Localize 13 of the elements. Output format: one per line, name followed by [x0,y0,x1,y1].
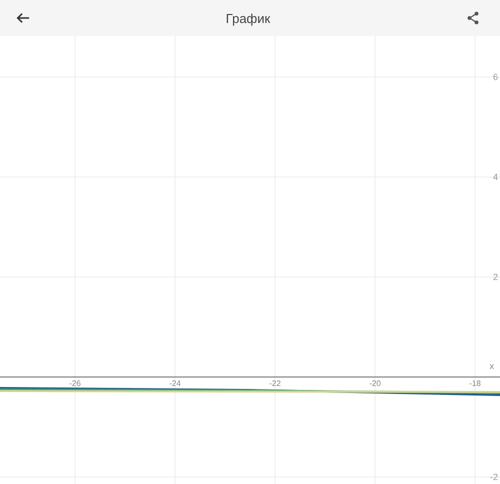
tick-label: -26 [69,379,81,388]
tick-label: 6 [492,72,498,82]
tick-label: -20 [369,379,381,388]
share-icon[interactable] [466,11,480,25]
tick-label: -2 [490,472,498,482]
tick-label: -22 [269,379,281,388]
axis-label: x [490,361,494,371]
back-icon[interactable] [16,11,30,25]
tick-label: -24 [169,379,181,388]
screen-title: График [226,10,270,26]
tick-label: 4 [492,172,498,182]
tick-label: -18 [469,379,481,388]
tick-label: 2 [492,272,498,282]
